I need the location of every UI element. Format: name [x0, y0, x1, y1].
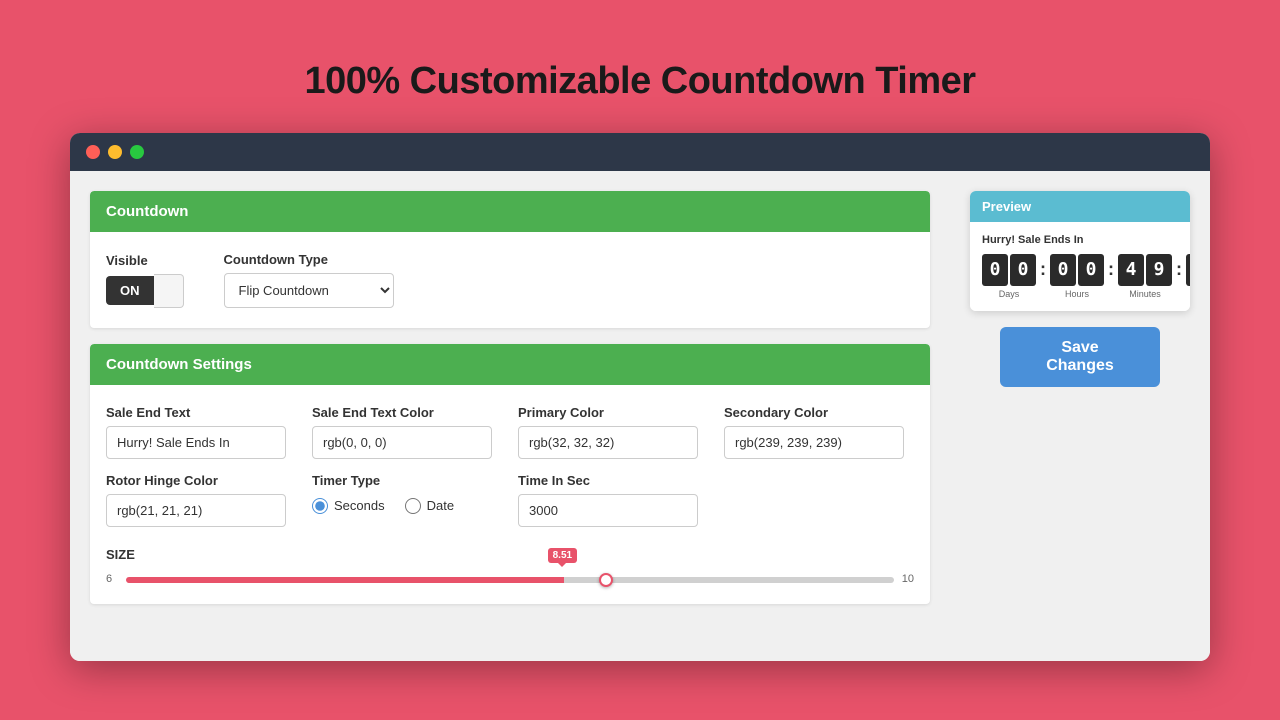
size-tooltip: 8.51 — [548, 548, 577, 563]
preview-header: Preview — [970, 191, 1190, 222]
toggle-off-area[interactable] — [154, 274, 184, 308]
countdown-visible-row: Visible ON Countdown Type Flip Countdown… — [106, 252, 914, 308]
flip-unit-hours: 0 0 Hours — [1050, 254, 1104, 299]
flip-digit-hours-0: 0 — [1050, 254, 1076, 286]
flip-digit-hours-1: 0 — [1078, 254, 1104, 286]
sep-1: : — [1040, 259, 1046, 280]
flip-digits-minutes: 4 9 — [1118, 254, 1172, 286]
sale-end-text-input[interactable] — [106, 426, 286, 459]
left-panel: Countdown Visible ON Countdown Type — [70, 171, 950, 661]
seconds-radio-label[interactable]: Seconds — [312, 498, 385, 514]
dot-yellow[interactable] — [108, 145, 122, 159]
timer-type-group: Timer Type Seconds Date — [312, 473, 502, 527]
primary-color-input[interactable] — [518, 426, 698, 459]
days-label: Days — [999, 289, 1020, 299]
time-in-sec-input[interactable] — [518, 494, 698, 527]
toggle-wrap: ON — [106, 274, 184, 308]
countdown-card: Countdown Visible ON Countdown Type — [90, 191, 930, 328]
browser-window: Countdown Visible ON Countdown Type — [70, 133, 1210, 661]
sale-end-text-label: Sale End Text — [106, 405, 296, 420]
settings-grid: Sale End Text Sale End Text Color Primar… — [106, 405, 914, 527]
date-radio[interactable] — [405, 498, 421, 514]
secondary-color-input[interactable] — [724, 426, 904, 459]
visible-label: Visible — [106, 253, 184, 268]
browser-content: Countdown Visible ON Countdown Type — [70, 171, 1210, 661]
preview-body: Hurry! Sale Ends In 0 0 Days : — [970, 222, 1190, 311]
preview-card: Preview Hurry! Sale Ends In 0 0 Days : — [970, 191, 1190, 311]
seconds-label: Seconds — [334, 498, 385, 513]
slider-track-row: 6 8.51 10 — [106, 570, 914, 588]
flip-unit-minutes: 4 9 Minutes — [1118, 254, 1172, 299]
hours-label: Hours — [1065, 289, 1089, 299]
seconds-radio[interactable] — [312, 498, 328, 514]
rotor-hinge-label: Rotor Hinge Color — [106, 473, 296, 488]
rotor-hinge-input[interactable] — [106, 494, 286, 527]
countdown-type-group: Countdown Type Flip Countdown Standard C… — [224, 252, 394, 308]
sale-end-text-color-group: Sale End Text Color — [312, 405, 502, 459]
dot-green[interactable] — [130, 145, 144, 159]
save-changes-button[interactable]: Save Changes — [1000, 327, 1160, 387]
settings-card: Countdown Settings Sale End Text Sale En… — [90, 344, 930, 604]
sep-3: : — [1176, 259, 1182, 280]
flip-digit-minutes-0: 4 — [1118, 254, 1144, 286]
sep-2: : — [1108, 259, 1114, 280]
time-in-sec-group: Time In Sec — [518, 473, 708, 527]
browser-titlebar — [70, 133, 1210, 171]
flip-digits-hours: 0 0 — [1050, 254, 1104, 286]
size-slider[interactable] — [126, 577, 894, 583]
flip-unit-days: 0 0 Days — [982, 254, 1036, 299]
secondary-color-group: Secondary Color — [724, 405, 914, 459]
sale-end-text-group: Sale End Text — [106, 405, 296, 459]
rotor-hinge-group: Rotor Hinge Color — [106, 473, 296, 527]
time-in-sec-label: Time In Sec — [518, 473, 708, 488]
primary-color-label: Primary Color — [518, 405, 708, 420]
right-panel: Preview Hurry! Sale Ends In 0 0 Days : — [950, 171, 1210, 661]
flip-digit-days-1: 0 — [1010, 254, 1036, 286]
timer-type-row: Seconds Date — [312, 498, 502, 514]
size-section: SIZE 6 8.51 10 — [90, 547, 930, 604]
slider-wrap: 8.51 — [126, 570, 894, 588]
settings-header: Countdown Settings — [90, 344, 930, 385]
dot-red[interactable] — [86, 145, 100, 159]
date-label: Date — [427, 498, 454, 513]
sale-end-text-color-label: Sale End Text Color — [312, 405, 502, 420]
date-radio-label[interactable]: Date — [405, 498, 454, 514]
slider-container: 6 8.51 10 — [106, 570, 914, 588]
flip-digits-days: 0 0 — [982, 254, 1036, 286]
minutes-label: Minutes — [1129, 289, 1161, 299]
countdown-type-select[interactable]: Flip Countdown Standard Countdown Circle… — [224, 273, 394, 308]
countdown-type-label: Countdown Type — [224, 252, 394, 267]
flip-digit-days-0: 0 — [982, 254, 1008, 286]
sale-end-text-color-input[interactable] — [312, 426, 492, 459]
slider-max: 10 — [902, 573, 914, 585]
countdown-body: Visible ON Countdown Type Flip Countdown… — [90, 232, 930, 328]
flip-unit-seconds: 3 6 Seconds — [1186, 254, 1190, 299]
visible-group: Visible ON — [106, 253, 184, 308]
timer-type-label: Timer Type — [312, 473, 502, 488]
settings-body: Sale End Text Sale End Text Color Primar… — [90, 385, 930, 547]
flip-digits-seconds: 3 6 — [1186, 254, 1190, 286]
flip-digit-minutes-1: 9 — [1146, 254, 1172, 286]
flip-digit-seconds-0: 3 — [1186, 254, 1190, 286]
toggle-on-button[interactable]: ON — [106, 276, 154, 305]
flip-countdown: 0 0 Days : 0 0 Hours — [982, 254, 1178, 299]
preview-sale-text: Hurry! Sale Ends In — [982, 234, 1178, 246]
page-title: 100% Customizable Countdown Timer — [304, 60, 975, 103]
secondary-color-label: Secondary Color — [724, 405, 914, 420]
slider-min: 6 — [106, 573, 118, 585]
primary-color-group: Primary Color — [518, 405, 708, 459]
countdown-header: Countdown — [90, 191, 930, 232]
size-label: SIZE — [106, 547, 914, 562]
